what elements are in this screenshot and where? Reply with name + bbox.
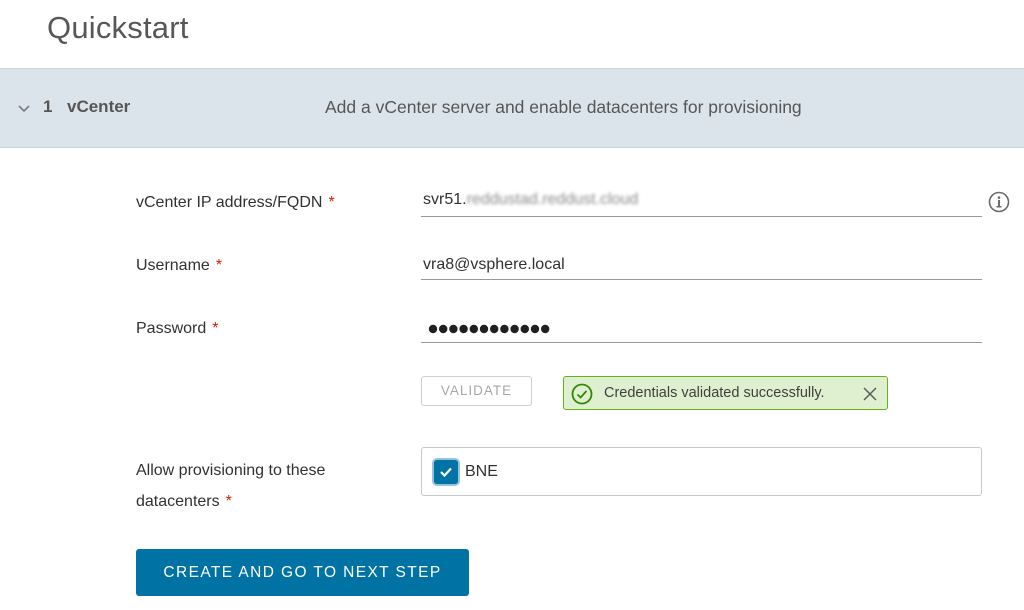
step-name: vCenter [67,97,131,116]
username-label: Username * [136,250,222,281]
password-dot [530,324,540,334]
password-dot [439,324,448,334]
checkmark-icon [440,467,452,478]
password-dot [510,324,519,334]
required-marker: * [212,320,219,337]
required-marker: * [215,257,223,274]
alert-message: Credentials validated successfully. [604,385,825,401]
password-dot [490,324,499,334]
required-marker: * [328,194,335,211]
datacenter-list: BNE [421,447,982,496]
fqdn-label-text: vCenter IP address/FQDN [136,194,323,211]
fqdn-value: svr51.reddustad.reddust.cloud [423,191,638,209]
datacenter-checkbox[interactable] [434,460,458,484]
password-label: Password * [136,313,218,344]
datacenters-label: Allow provisioning to these [136,455,325,486]
page-title: Quickstart [47,10,189,45]
password-dot [428,324,438,334]
datacenters-label-2: datacenters * [136,486,232,517]
create-next-step-button[interactable]: CREATE AND GO TO NEXT STEP [136,549,469,596]
password-dot [449,324,458,334]
datacenters-label-line1: Allow provisioning to these [136,462,326,479]
username-input[interactable] [421,250,982,280]
step-header-vcenter[interactable]: 1 vCenter Add a vCenter server and enabl… [0,68,1024,148]
password-dot [541,324,550,334]
datacenters-label-line2: datacenters [136,493,220,510]
password-mask [428,324,550,334]
fqdn-value-obscured: reddustad.reddust.cloud [466,191,639,208]
password-dot [479,324,489,334]
success-alert: Credentials validated successfully. [563,376,888,410]
validate-button[interactable]: VALIDATE [421,376,532,406]
datacenter-name: BNE [465,463,498,480]
close-icon[interactable] [862,386,878,402]
fqdn-value-prefix: svr51. [423,191,467,208]
password-dot [469,324,478,334]
info-icon[interactable] [988,191,1010,213]
step-number: 1 [43,97,53,116]
password-label-text: Password [136,320,207,337]
required-marker: * [225,493,232,510]
check-circle-icon [571,383,593,405]
fqdn-label: vCenter IP address/FQDN * [136,187,335,218]
password-dot [459,324,468,334]
username-label-text: Username [136,257,210,274]
step-description: Add a vCenter server and enable datacent… [325,97,802,117]
password-dot [500,324,509,334]
chevron-down-icon[interactable] [16,100,32,116]
password-dot [520,324,529,334]
